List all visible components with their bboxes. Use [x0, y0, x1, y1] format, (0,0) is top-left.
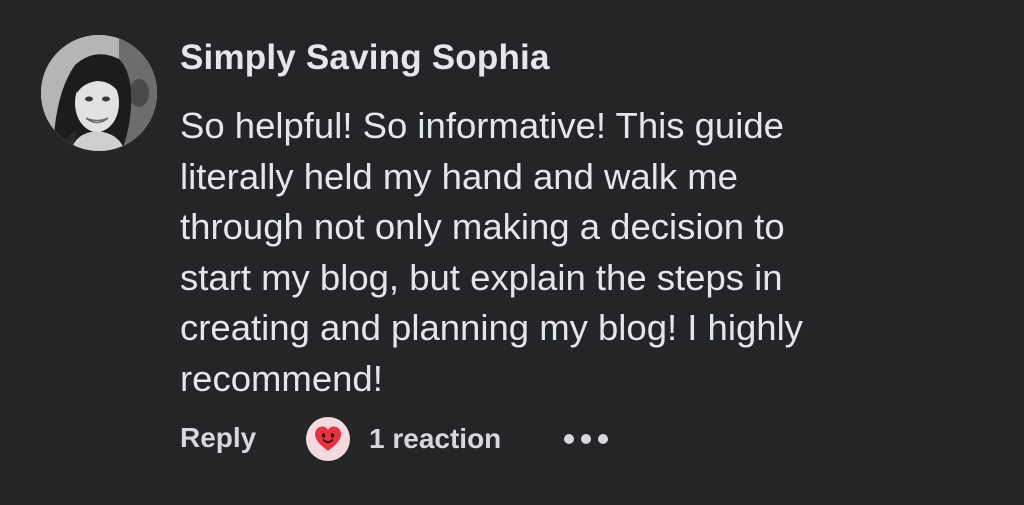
dot: [598, 434, 608, 444]
reaction-summary[interactable]: 1 reaction: [306, 416, 501, 462]
comment-text-line: literally held my hand and walk me: [180, 155, 738, 197]
dot: [581, 434, 591, 444]
more-options-icon[interactable]: [564, 429, 608, 449]
comment-text-line: So helpful! So informative! This guide: [180, 105, 784, 146]
reply-button[interactable]: Reply: [180, 422, 256, 454]
comment-text-line: through not only making a decision to: [180, 206, 785, 247]
profile-photo: [41, 35, 157, 151]
comment-text-line: start my blog, but explain the steps in: [180, 256, 783, 298]
heart-face-icon: [306, 417, 350, 461]
comment-actions: Reply 1 reaction: [180, 416, 1000, 462]
reaction-count: 1 reaction: [369, 423, 502, 454]
comment-text-line: recommend!: [180, 357, 383, 399]
comment-text-line: creating and planning my blog! I highly: [180, 307, 803, 348]
dot: [564, 434, 574, 444]
author-name[interactable]: Simply Saving Sophia: [180, 38, 550, 78]
avatar[interactable]: [41, 35, 157, 151]
comment-card: Simply Saving Sophia So helpful! So info…: [0, 0, 1024, 505]
comment-text: So helpful! So informative! This guide l…: [180, 101, 1000, 404]
